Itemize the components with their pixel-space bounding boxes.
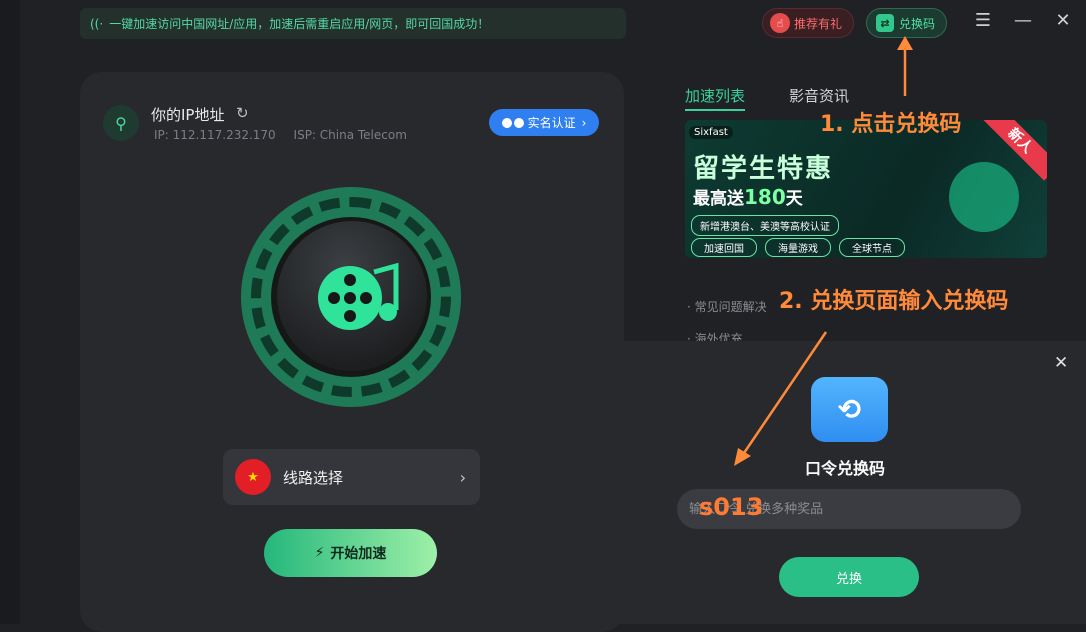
annotation-arrows xyxy=(734,36,913,466)
